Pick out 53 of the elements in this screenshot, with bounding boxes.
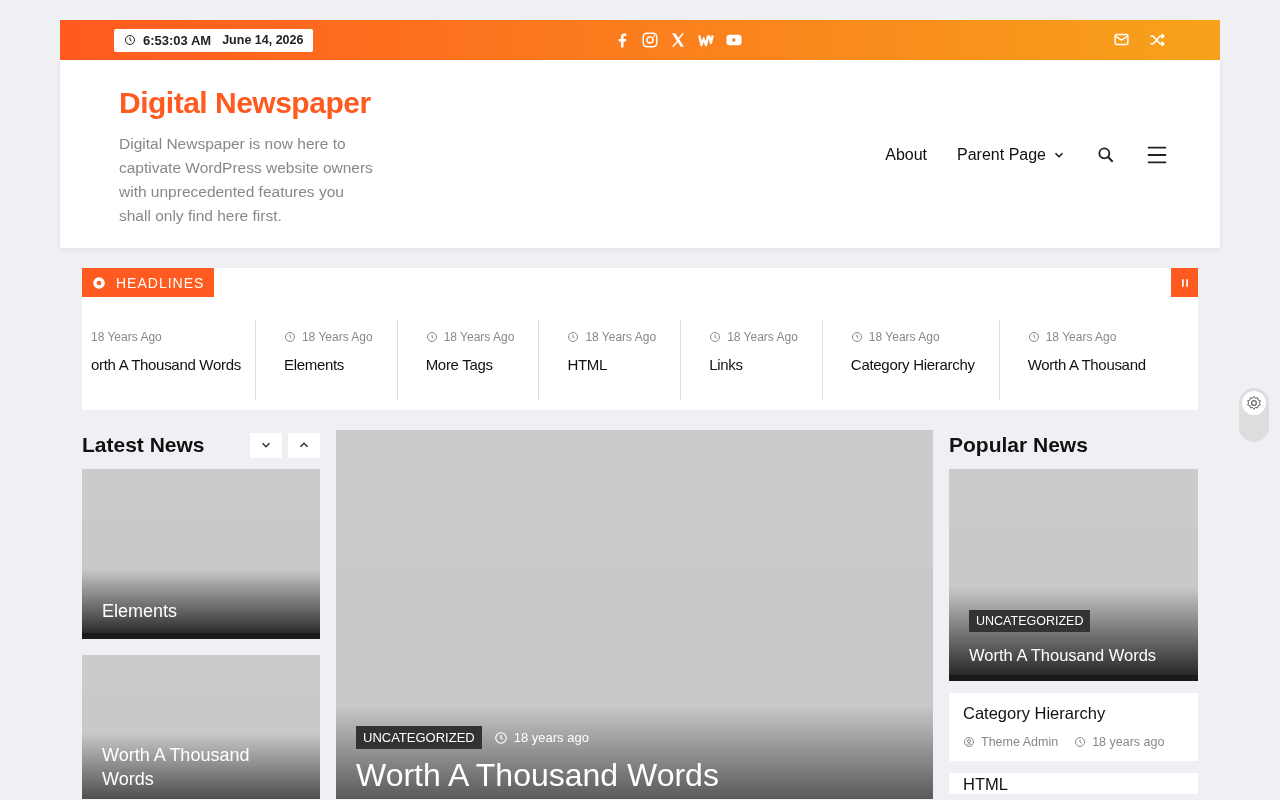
clock-icon — [124, 34, 136, 46]
category-tag[interactable]: UNCATEGORIZED — [969, 610, 1091, 632]
instagram-icon[interactable] — [641, 31, 660, 49]
headlines-label: HEADLINES — [82, 268, 215, 297]
author-name: Theme Admin — [981, 735, 1059, 749]
record-icon — [92, 275, 106, 290]
ticker-title[interactable]: orth A Thousand Words — [91, 356, 241, 373]
clock-icon — [850, 331, 863, 343]
featured-title[interactable]: Worth A Thousand Words — [356, 757, 913, 793]
section-heading: Popular News — [949, 433, 1088, 457]
section-heading: Latest News — [82, 433, 205, 457]
ticker-title[interactable]: Links — [709, 356, 798, 373]
ticker-title[interactable]: More Tags — [425, 356, 515, 373]
menu-icon[interactable] — [1146, 144, 1168, 166]
time-text: 6:53:03 AM — [143, 32, 212, 48]
category-tag[interactable]: UNCATEGORIZED — [356, 726, 482, 749]
mail-icon[interactable] — [1113, 31, 1130, 48]
post-time: 18 years ago — [513, 730, 589, 745]
clock-icon — [283, 331, 296, 343]
settings-toggle[interactable] — [1239, 388, 1269, 442]
gear-icon — [1242, 391, 1266, 415]
user-icon — [963, 736, 975, 748]
nav-link[interactable]: About — [885, 146, 928, 164]
date-text: June 14, 2026 — [222, 33, 304, 47]
previous-button[interactable] — [288, 432, 320, 458]
shuffle-icon[interactable] — [1148, 31, 1166, 49]
site-tagline: Digital Newspaper is now here to captivate WordPress website owners with unprecedented features you shall only find here first. — [119, 134, 374, 226]
clock-icon — [493, 730, 508, 745]
pause-button[interactable] — [1171, 268, 1198, 297]
search-icon[interactable] — [1096, 145, 1116, 165]
ticker-time: 18 Years Ago — [1045, 330, 1117, 344]
ticker-time: 18 Years Ago — [301, 330, 373, 344]
next-button[interactable] — [250, 432, 282, 458]
ticker-title[interactable]: Worth A Thousand — [1027, 356, 1146, 373]
ticker-title[interactable]: Category Hierarchy — [850, 356, 975, 373]
post-title[interactable]: Category Hierarchy — [963, 704, 1184, 723]
clock-icon — [1027, 331, 1040, 343]
ticker-time: 18 Years Ago — [868, 330, 940, 344]
ticker-time: 18 Years Ago — [91, 330, 162, 344]
ticker-time: 18 Years Ago — [585, 330, 657, 344]
pause-icon — [1179, 277, 1190, 288]
nav-link[interactable]: Parent Page — [957, 146, 1066, 164]
ticker-time: 18 Years Ago — [727, 330, 798, 344]
clock-icon — [709, 331, 722, 343]
clock-icon — [425, 331, 438, 343]
ticker-title[interactable]: HTML — [567, 356, 657, 373]
post-title[interactable]: HTML — [963, 775, 1184, 794]
card-title[interactable]: Worth A Thousand Words — [969, 646, 1188, 665]
clock-icon — [1074, 736, 1087, 748]
ticker-time: 18 Years Ago — [443, 330, 515, 344]
post-time: 18 years ago — [1092, 735, 1165, 749]
clock-icon — [567, 331, 580, 343]
ticker-title[interactable]: Elements — [283, 356, 373, 373]
